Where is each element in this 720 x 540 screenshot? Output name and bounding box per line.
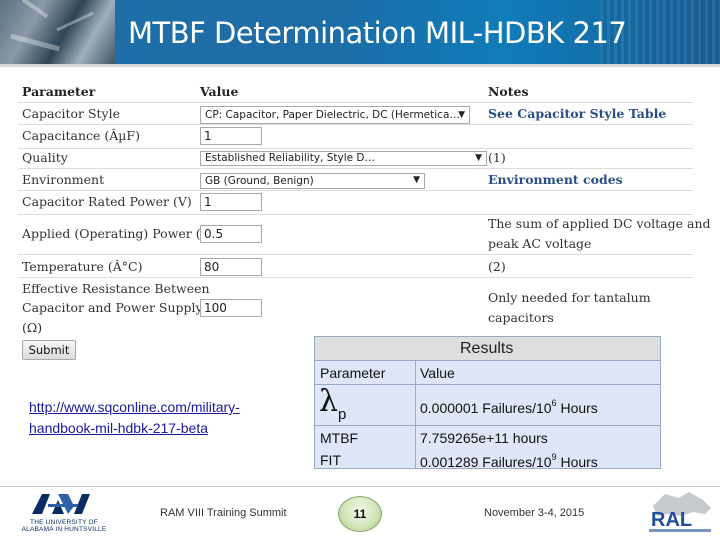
quality-value: Established Reliability, Style D…: [205, 152, 376, 164]
results-column-divider: [415, 361, 416, 469]
fit-label: FIT: [320, 452, 341, 468]
row-divider: [18, 148, 693, 149]
quality-select[interactable]: Established Reliability, Style D… ▼: [200, 151, 487, 166]
ral-logo-icon: RAL: [649, 492, 711, 532]
row-divider: [18, 168, 693, 169]
applied-power-input[interactable]: 0.5: [200, 225, 262, 243]
environment-select[interactable]: GB (Ground, Benign) ▼: [200, 173, 425, 189]
row-divider: [18, 254, 693, 255]
label-effective-resistance-line1: Effective Resistance Between: [22, 281, 210, 296]
capacitor-style-table-link[interactable]: See Capacitor Style Table: [488, 106, 666, 121]
mtbf-calculator-form: Parameter Value Notes Capacitor Style CP…: [18, 78, 711, 340]
label-temperature: Temperature (Â°C): [22, 259, 143, 274]
uah-wordmark-line2: ALABAMA IN HUNTSVILLE: [21, 526, 107, 533]
effective-resistance-input[interactable]: 100: [200, 299, 262, 317]
uah-wordmark-line1: THE UNIVERSITY OF: [30, 519, 98, 526]
row-divider: [18, 214, 693, 215]
lambda-p-symbol: λp: [319, 384, 346, 423]
capacitance-input[interactable]: 1: [200, 127, 262, 145]
footer-date: November 3-4, 2015: [484, 507, 585, 519]
footer-event: RAM VIII Training Summit: [160, 507, 287, 519]
fit-value: 0.001289 Failures/109 Hours: [420, 452, 598, 470]
label-applied-power: Applied (Operating) Power (V): [22, 226, 215, 241]
applied-power-note-line2: peak AC voltage: [488, 236, 592, 251]
uah-mark-icon: [32, 494, 90, 514]
lambda-p-value: 0.000001 Failures/106 Hours: [420, 398, 598, 416]
row-divider: [18, 124, 693, 125]
label-environment: Environment: [22, 172, 105, 187]
results-row-divider: [315, 384, 660, 385]
fit-unit: Hours: [556, 454, 598, 470]
label-capacitor-style: Capacitor Style: [22, 106, 121, 121]
slide-title: MTBF Determination MIL-HDBK 217: [128, 16, 627, 50]
row-divider: [18, 102, 693, 103]
environment-codes-link[interactable]: Environment codes: [488, 172, 623, 187]
results-header: Results: [315, 337, 660, 361]
submit-button[interactable]: Submit: [22, 340, 76, 360]
page-number-badge: 11: [338, 496, 382, 532]
lambda-symbol: λ: [319, 384, 339, 419]
results-col-parameter: Parameter: [320, 365, 386, 381]
rated-power-input[interactable]: 1: [200, 193, 262, 211]
label-rated-power: Capacitor Rated Power (V): [22, 194, 192, 209]
uah-wordmark: THE UNIVERSITY OF ALABAMA IN HUNTSVILLE: [12, 519, 116, 533]
applied-power-note-line1: The sum of applied DC voltage and: [488, 216, 711, 231]
results-title: Results: [460, 340, 514, 357]
lambda-value-text: 0.000001 Failures/10: [420, 400, 552, 416]
svg-text:RAL: RAL: [651, 509, 692, 531]
title-banner: MTBF Determination MIL-HDBK 217: [0, 0, 720, 64]
mtbf-value: 7.759265e+11 hours: [420, 430, 548, 446]
banner-divider: [0, 64, 720, 67]
lambda-subscript: p: [338, 406, 347, 423]
mtbf-label: MTBF: [320, 430, 359, 446]
temperature-note: (2): [488, 259, 506, 274]
label-capacitance: Capacitance (ÂµF): [22, 128, 140, 143]
environment-value: GB (Ground, Benign): [205, 175, 314, 187]
temperature-input[interactable]: 80: [200, 258, 262, 276]
resistance-note-line1: Only needed for tantalum: [488, 290, 651, 305]
label-effective-resistance-unit: (Ω): [22, 320, 43, 335]
results-row-divider: [315, 425, 660, 426]
label-effective-resistance-line2: Capacitor and Power Supply: [22, 300, 203, 315]
banner-artwork: [0, 0, 115, 64]
lambda-unit: Hours: [556, 400, 598, 416]
results-col-value: Value: [420, 365, 455, 381]
row-divider: [18, 277, 693, 278]
header-parameter: Parameter: [22, 84, 96, 99]
header-value: Value: [200, 84, 239, 99]
quality-note: (1): [488, 150, 506, 165]
footer-divider: [0, 486, 720, 487]
source-url-link[interactable]: http://www.sqconline.com/military-handbo…: [29, 397, 299, 439]
fit-value-text: 0.001289 Failures/10: [420, 454, 552, 470]
dropdown-caret-icon: ▼: [458, 110, 465, 120]
dropdown-caret-icon: ▼: [413, 175, 420, 185]
results-table: Results Parameter Value λp 0.000001 Fail…: [314, 336, 661, 470]
dropdown-caret-icon: ▼: [475, 153, 482, 163]
resistance-note-line2: capacitors: [488, 310, 554, 325]
label-quality: Quality: [22, 150, 68, 165]
row-divider: [18, 190, 693, 191]
capacitor-style-value: CP: Capacitor, Paper Dielectric, DC (Her…: [205, 109, 460, 121]
uah-logo: THE UNIVERSITY OF ALABAMA IN HUNTSVILLE: [12, 492, 112, 533]
capacitor-style-select[interactable]: CP: Capacitor, Paper Dielectric, DC (Her…: [200, 106, 470, 124]
header-notes: Notes: [488, 84, 529, 99]
